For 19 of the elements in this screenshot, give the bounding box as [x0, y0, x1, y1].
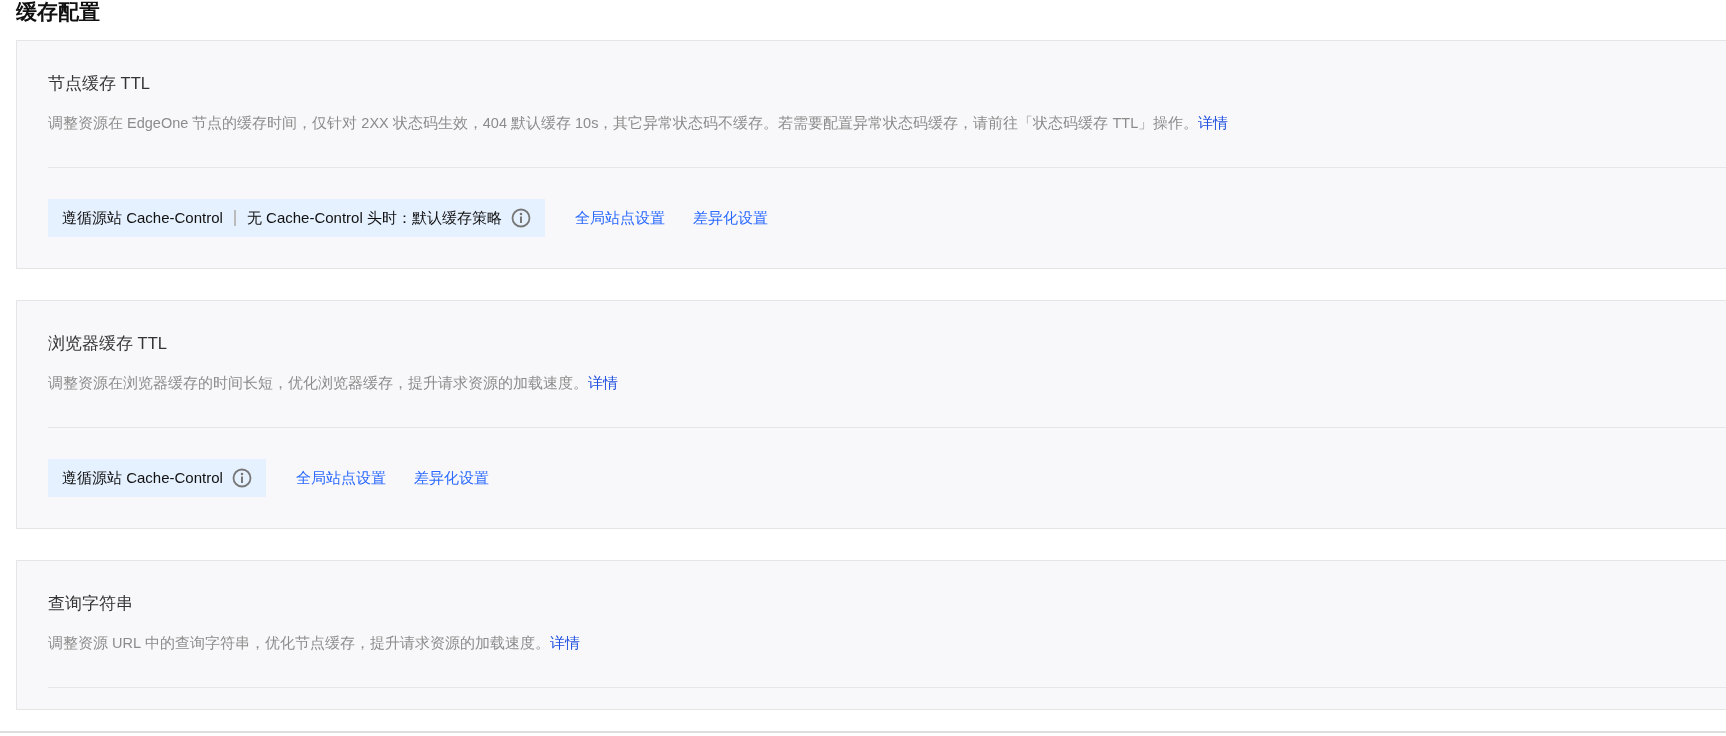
policy-text: 无 Cache-Control 头时：默认缓存策略: [246, 207, 502, 228]
detail-link[interactable]: 详情: [588, 375, 618, 391]
policy-text: 遵循源站 Cache-Control: [62, 467, 223, 488]
settings-link[interactable]: 差异化设置: [692, 206, 768, 230]
info-icon[interactable]: [510, 208, 531, 228]
section-description: 调整资源 URL 中的查询字符串，优化节点缓存，提升请求资源的加载速度。详情: [48, 634, 581, 653]
page-title: 缓存配置: [16, 0, 101, 24]
policy-text: 遵循源站 Cache-Control: [62, 207, 223, 228]
section-title: 浏览器缓存 TTL: [48, 333, 168, 354]
detail-link[interactable]: 详情: [1198, 115, 1229, 131]
settings-link[interactable]: 全局站点设置: [295, 466, 386, 490]
section-title: 节点缓存 TTL: [48, 73, 151, 94]
settings-link[interactable]: 差异化设置: [413, 466, 489, 490]
info-icon[interactable]: [231, 468, 252, 488]
section-description: 调整资源在 EdgeOne 节点的缓存时间，仅针对 2XX 状态码生效，404 默认缓存 10s，其它异常状态码不缓存。若需要配置异常状态码缓存，请前往「状态码缓存 TTL」操作。详情: [48, 114, 1230, 133]
detail-link[interactable]: 详情: [549, 635, 580, 651]
section-title: 查询字符串: [48, 593, 134, 614]
section-description: 调整资源在浏览器缓存的时间长短，优化浏览器缓存，提升请求资源的加载速度。详情: [48, 374, 619, 393]
settings-link[interactable]: 全局站点设置: [574, 206, 665, 230]
